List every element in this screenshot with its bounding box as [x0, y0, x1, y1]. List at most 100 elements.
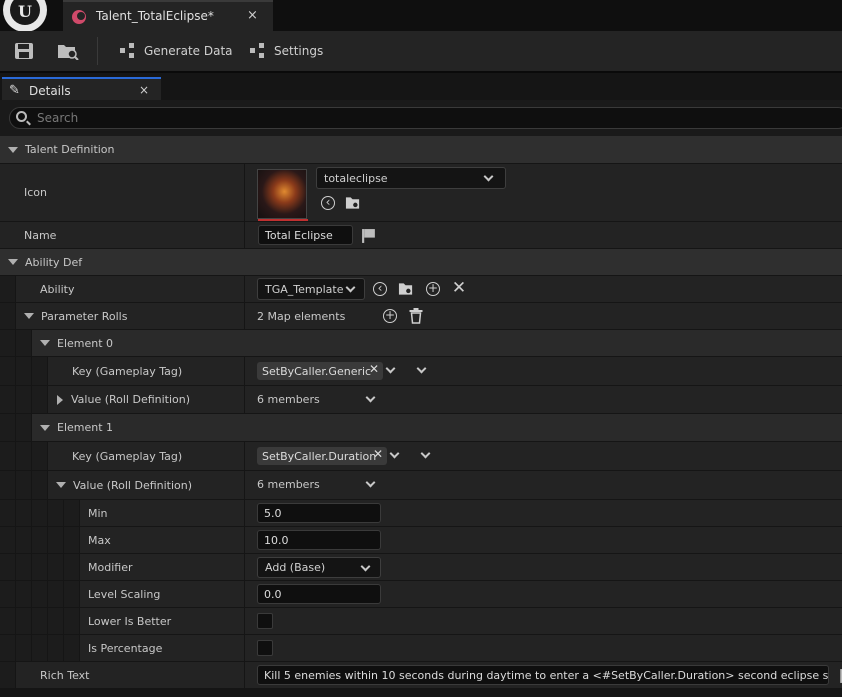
property-row-max: Max 10.0	[0, 527, 842, 554]
member-count: 6 members	[257, 478, 320, 491]
map-element-0[interactable]: Element 0	[0, 330, 842, 357]
browse-folder-icon[interactable]	[345, 195, 361, 211]
name-text-field[interactable]: Total Eclipse	[258, 225, 353, 245]
indent-guide	[16, 581, 32, 607]
property-header: Value (Roll Definition)	[56, 471, 192, 499]
indent-guide	[0, 414, 16, 441]
chevron-down-icon[interactable]	[389, 448, 400, 459]
indent-guide	[0, 554, 16, 580]
generate-data-label: Generate Data	[144, 44, 233, 58]
use-selected-icon[interactable]: ‹	[321, 196, 335, 210]
property-value	[244, 608, 842, 634]
trash-icon[interactable]	[408, 308, 424, 324]
property-row-name: Name Total Eclipse	[0, 222, 842, 249]
gameplay-tag-value: SetByCaller.Generic	[262, 364, 372, 378]
indent-guide	[0, 303, 16, 329]
modifier-dropdown[interactable]: Add (Base)	[257, 557, 381, 578]
property-label: Max	[88, 533, 111, 547]
chevron-down-icon[interactable]	[420, 448, 431, 459]
chevron-down-icon[interactable]	[416, 363, 427, 374]
collapse-arrow-icon[interactable]	[24, 313, 34, 319]
remove-tag-icon[interactable]: ✕	[373, 447, 383, 461]
property-row-lower-is-better: Lower Is Better	[0, 608, 842, 635]
indent-guide	[0, 500, 16, 526]
max-number-field[interactable]: 10.0	[257, 530, 381, 550]
map-element-count: 2 Map elements	[257, 310, 346, 323]
indent-guide	[48, 527, 64, 553]
unreal-logo-icon[interactable]: U	[3, 0, 47, 32]
localization-flag-icon[interactable]	[836, 668, 842, 684]
gameplay-tag-chip[interactable]: SetByCaller.Generic ✕	[257, 362, 383, 380]
indent-guide	[16, 357, 32, 385]
close-icon[interactable]: ×	[247, 8, 258, 23]
details-tab[interactable]: ✎ Details ×	[2, 77, 161, 102]
property-header: Value (Roll Definition)	[57, 386, 190, 413]
add-element-icon[interactable]: +	[383, 309, 397, 323]
property-label: Key (Gameplay Tag)	[72, 364, 183, 378]
ability-class-picker[interactable]: TGA_Template	[257, 278, 365, 300]
category-label: Talent Definition	[25, 143, 115, 156]
category-header: Talent Definition	[8, 136, 115, 163]
max-value: 10.0	[264, 533, 289, 547]
lower-is-better-checkbox[interactable]	[257, 613, 273, 629]
use-selected-icon[interactable]: ‹	[373, 282, 387, 296]
property-value: 2 Map elements +	[244, 303, 842, 329]
collapse-arrow-icon[interactable]	[40, 340, 50, 346]
clear-icon[interactable]: ✕	[451, 280, 467, 297]
category-header: Ability Def	[8, 249, 82, 275]
indent-guide	[16, 608, 32, 634]
collapse-arrow-icon[interactable]	[8, 259, 18, 265]
generate-data-button[interactable]: Generate Data	[120, 40, 233, 62]
property-row-element0-value: Value (Roll Definition) 6 members	[0, 386, 842, 414]
indent-guide	[0, 276, 16, 302]
name-value: Total Eclipse	[265, 228, 333, 242]
indent-guide	[64, 500, 80, 526]
collapse-arrow-icon[interactable]	[8, 146, 18, 153]
rich-text-field[interactable]: Kill 5 enemies within 10 seconds during …	[257, 665, 829, 685]
expand-arrow-icon[interactable]	[57, 394, 63, 405]
icon-thumbnail[interactable]	[257, 169, 308, 221]
add-icon[interactable]: +	[426, 282, 440, 296]
property-label: Min	[88, 506, 108, 520]
category-ability-def[interactable]: Ability Def	[0, 249, 842, 276]
property-row-is-percentage: Is Percentage	[0, 635, 842, 662]
asset-tab[interactable]: Talent_TotalEclipse* ×	[63, 0, 273, 31]
icon-asset-picker[interactable]: totaleclipse	[316, 167, 506, 189]
property-label: Ability	[40, 282, 75, 296]
indent-guide	[16, 527, 32, 553]
close-icon[interactable]: ×	[139, 83, 149, 97]
chevron-down-icon[interactable]	[365, 392, 376, 403]
search-input[interactable]	[37, 110, 817, 126]
map-element-1[interactable]: Element 1	[0, 414, 842, 442]
indent-guide	[32, 608, 48, 634]
ability-value: TGA_Template	[265, 282, 344, 296]
indent-guide	[32, 386, 48, 413]
property-value: 5.0	[244, 500, 842, 526]
min-number-field[interactable]: 5.0	[257, 503, 381, 523]
property-row-icon: Icon totaleclipse ‹	[0, 164, 842, 222]
property-row-min: Min 5.0	[0, 500, 842, 527]
property-label: Is Percentage	[88, 641, 163, 655]
is-percentage-checkbox[interactable]	[257, 640, 273, 656]
browse-asset-button[interactable]	[57, 40, 79, 62]
collapse-arrow-icon[interactable]	[40, 424, 50, 431]
browse-folder-icon[interactable]	[398, 281, 414, 297]
chevron-down-icon[interactable]	[385, 363, 396, 374]
search-icon	[16, 111, 27, 122]
indent-guide	[32, 357, 48, 385]
pencil-icon: ✎	[9, 83, 20, 98]
settings-button[interactable]: Settings	[250, 40, 323, 62]
collapse-arrow-icon[interactable]	[56, 482, 66, 488]
save-button[interactable]	[14, 40, 34, 62]
category-talent-definition[interactable]: Talent Definition	[0, 136, 842, 164]
indent-guide	[32, 442, 48, 470]
search-box	[9, 107, 842, 129]
gameplay-tag-chip[interactable]: SetByCaller.Duration ✕	[257, 447, 387, 465]
property-row-ability: Ability TGA_Template ‹ + ✕	[0, 276, 842, 303]
remove-tag-icon[interactable]: ✕	[369, 362, 379, 376]
chevron-down-icon[interactable]	[365, 477, 376, 488]
property-value: 10.0	[244, 527, 842, 553]
indent-guide	[32, 635, 48, 661]
localization-flag-icon[interactable]	[361, 228, 377, 244]
level-scaling-number-field[interactable]: 0.0	[257, 584, 381, 604]
